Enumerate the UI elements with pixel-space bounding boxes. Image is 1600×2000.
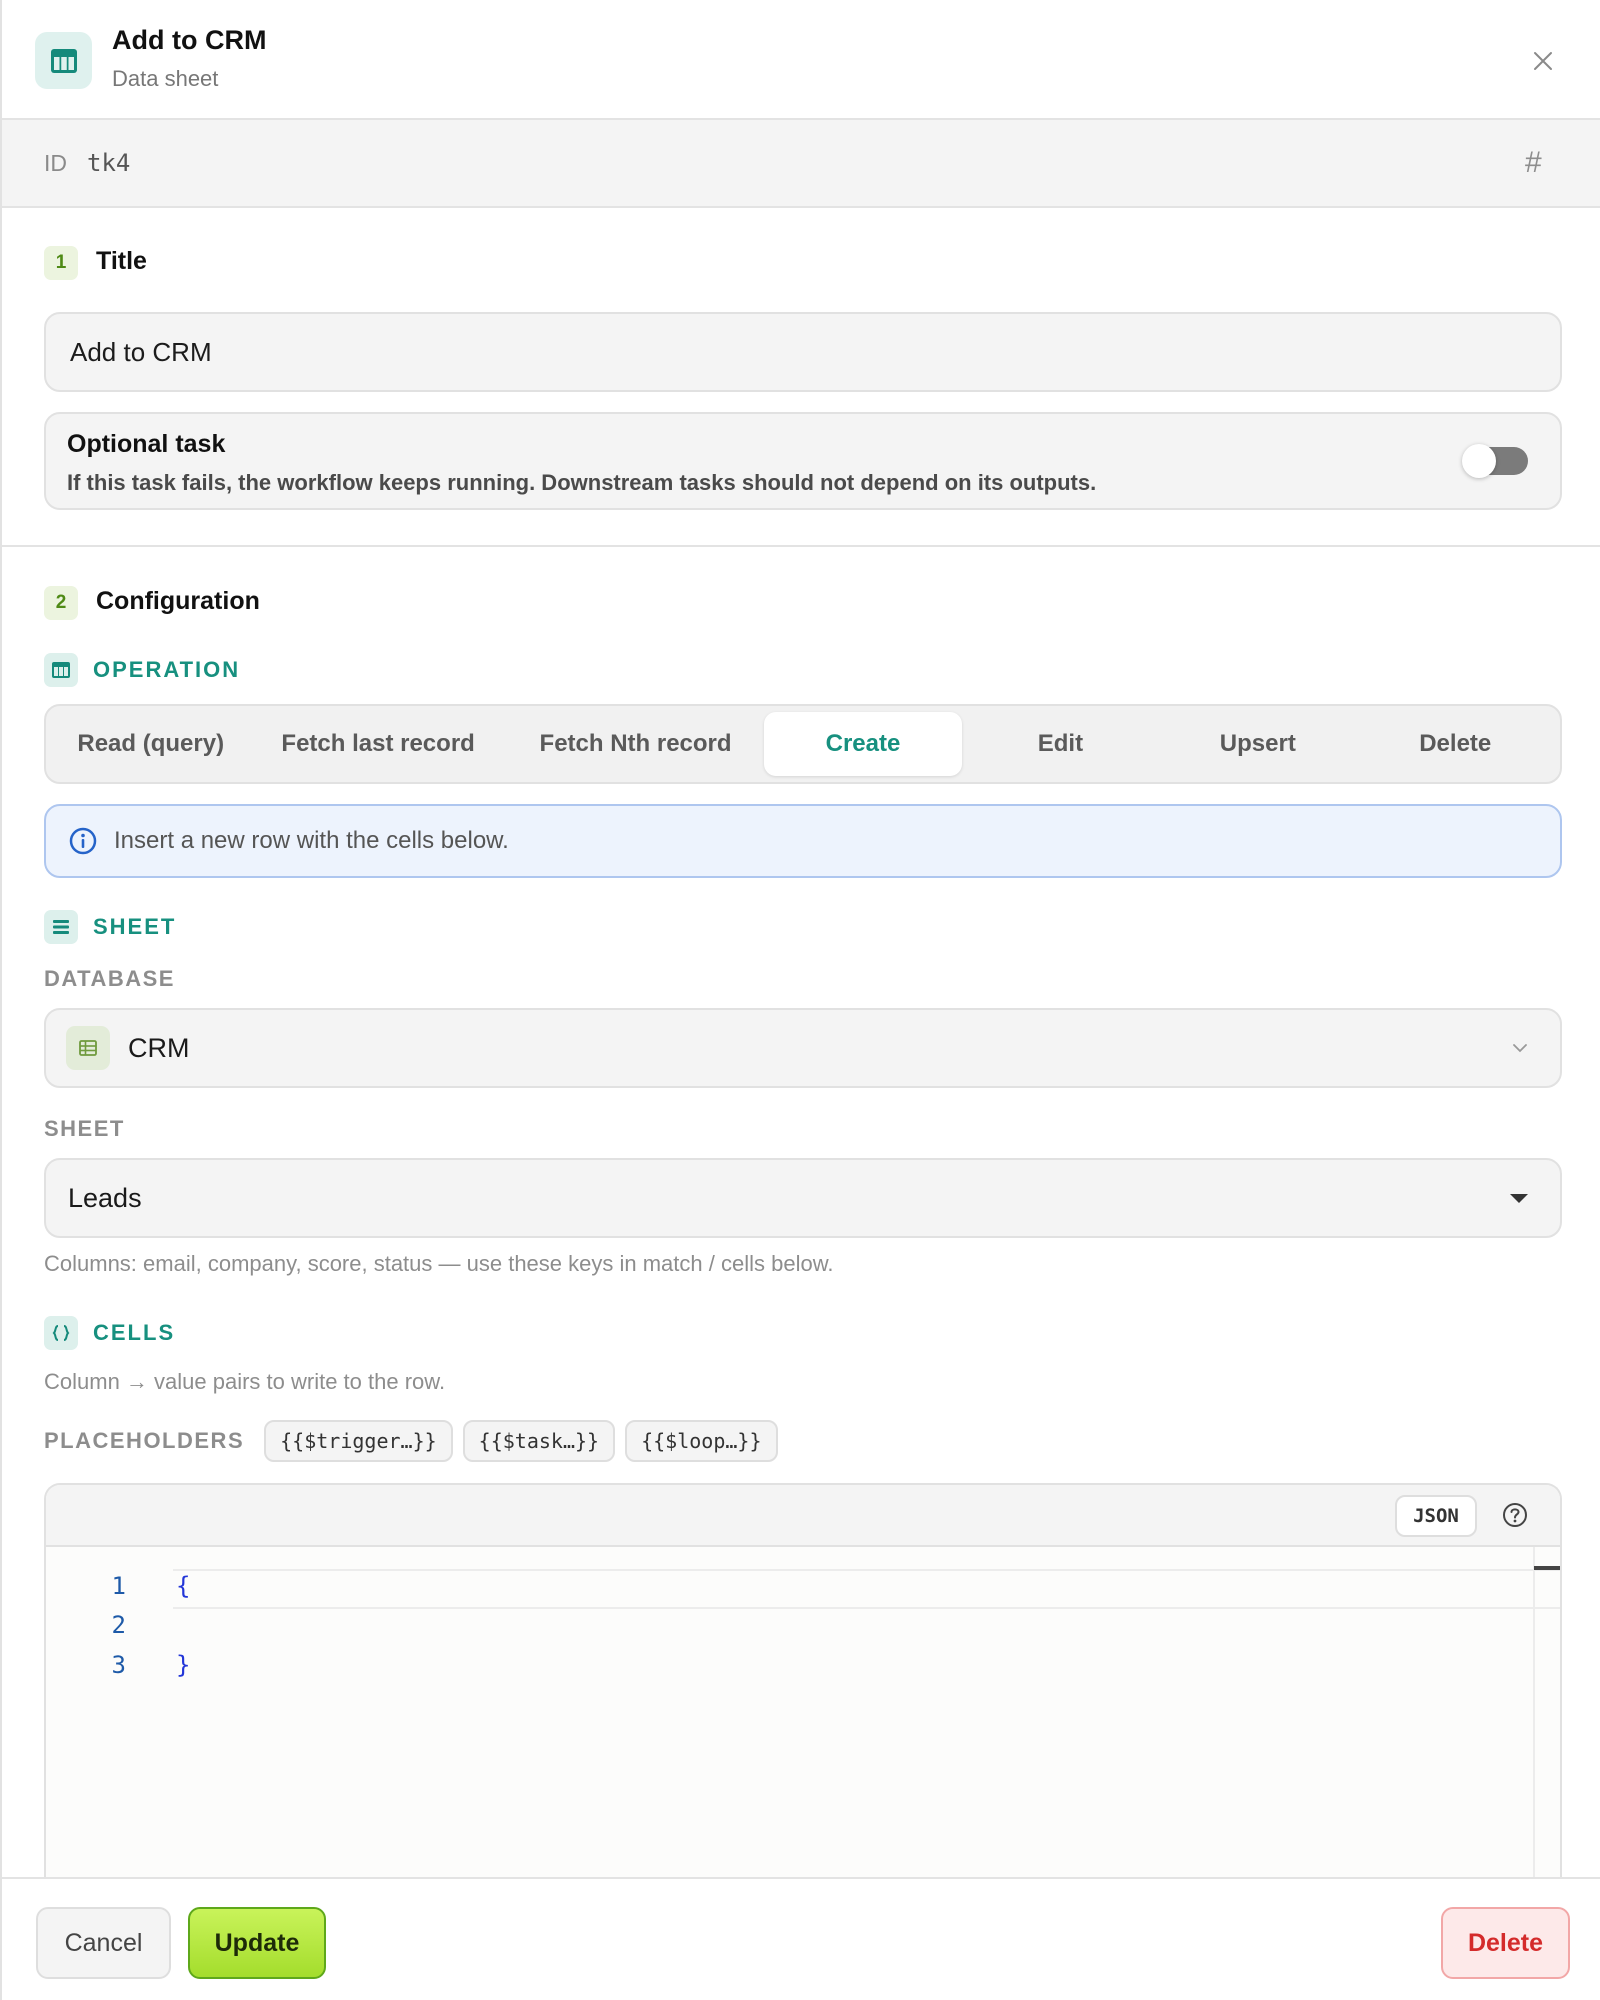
help-icon[interactable]	[1501, 1501, 1529, 1529]
id-value: tk4	[87, 149, 131, 177]
panel-title: Add to CRM	[112, 25, 267, 55]
section-number-1: 1	[44, 246, 78, 280]
scrollbar-cursor-marker	[1534, 1566, 1560, 1570]
section-title-configuration: Configuration	[96, 587, 260, 615]
panel-subtitle: Data sheet	[112, 66, 219, 91]
section-divider	[2, 545, 1600, 547]
json-format-badge[interactable]: JSON	[1395, 1495, 1477, 1537]
section-title-title: Title	[96, 247, 147, 275]
sheet-columns-hint: Columns: email, company, score, status —…	[44, 1251, 834, 1276]
code-line[interactable]: }	[176, 1651, 190, 1679]
line-number: 3	[111, 1651, 126, 1679]
hash-icon[interactable]: #	[1525, 146, 1542, 180]
close-icon	[1534, 52, 1552, 70]
cells-label: CELLS	[93, 1320, 176, 1345]
info-icon	[69, 827, 97, 855]
caret-down-icon	[1510, 1194, 1528, 1203]
sheet-value: Leads	[68, 1182, 142, 1213]
operation-label: OPERATION	[93, 657, 241, 682]
placeholder-chip-loop[interactable]: {{$loop…}}	[625, 1420, 778, 1462]
delete-button[interactable]: Delete	[1441, 1907, 1570, 1979]
op-fetch-nth-record[interactable]: Fetch Nth record	[507, 712, 764, 776]
cells-hint: Column → value pairs to write to the row…	[44, 1369, 446, 1394]
line-number: 1	[111, 1572, 126, 1600]
optional-task-title: Optional task	[67, 430, 226, 458]
cancel-button[interactable]: Cancel	[36, 1907, 171, 1979]
current-line-highlight	[173, 1569, 1560, 1609]
database-select[interactable]: CRM	[44, 1008, 1562, 1088]
placeholder-chip-trigger[interactable]: {{$trigger…}}	[264, 1420, 453, 1462]
optional-task-toggle[interactable]	[1462, 444, 1528, 478]
task-editor-panel: Add to CRM Data sheet ID tk4 # 1 Title A…	[0, 0, 1600, 2000]
code-line[interactable]: {	[176, 1572, 190, 1600]
placeholders-row: PLACEHOLDERS {{$trigger…}} {{$task…}} {{…	[44, 1419, 788, 1463]
task-id-row: ID tk4 #	[2, 120, 1600, 208]
operation-selector: Read (query) Fetch last record Fetch Nth…	[44, 704, 1562, 784]
op-edit[interactable]: Edit	[962, 712, 1159, 776]
chevron-down-icon	[1513, 1044, 1527, 1053]
placeholder-chip-task[interactable]: {{$task…}}	[462, 1420, 616, 1462]
operation-label-row: OPERATION	[44, 653, 240, 687]
op-fetch-last-record[interactable]: Fetch last record	[249, 712, 506, 776]
title-input[interactable]: Add to CRM	[44, 312, 1562, 392]
toggle-knob	[1462, 444, 1496, 478]
op-delete[interactable]: Delete	[1357, 712, 1554, 776]
op-create[interactable]: Create	[764, 712, 962, 776]
braces-icon	[44, 1316, 78, 1350]
id-label: ID	[44, 150, 67, 176]
op-upsert[interactable]: Upsert	[1159, 712, 1356, 776]
spreadsheet-icon	[66, 1026, 110, 1070]
optional-task-card: Optional task If this task fails, the wo…	[44, 412, 1562, 510]
placeholders-label: PLACEHOLDERS	[44, 1428, 245, 1453]
list-icon	[44, 910, 78, 944]
sheet-section-label-row: SHEET	[44, 910, 176, 944]
info-banner: Insert a new row with the cells below.	[44, 804, 1562, 878]
panel-header: Add to CRM Data sheet	[2, 0, 1600, 120]
optional-task-description: If this task fails, the workflow keeps r…	[67, 470, 1097, 495]
database-label: DATABASE	[44, 966, 175, 991]
sheet-select[interactable]: Leads	[44, 1158, 1562, 1238]
close-button[interactable]	[1527, 45, 1559, 77]
update-button[interactable]: Update	[188, 1907, 326, 1979]
database-value: CRM	[128, 1032, 190, 1063]
panel-footer: Cancel Update Delete	[2, 1877, 1600, 2000]
line-number: 2	[111, 1611, 126, 1639]
sheet-label: SHEET	[44, 1116, 125, 1141]
editor-toolbar: JSON	[46, 1485, 1560, 1547]
info-text: Insert a new row with the cells below.	[114, 827, 509, 854]
section-number-2: 2	[44, 586, 78, 620]
table-icon	[35, 32, 92, 89]
sheet-section-label: SHEET	[93, 914, 177, 939]
op-read-query[interactable]: Read (query)	[52, 712, 249, 776]
table-icon	[44, 653, 78, 687]
cells-label-row: CELLS	[44, 1316, 175, 1350]
